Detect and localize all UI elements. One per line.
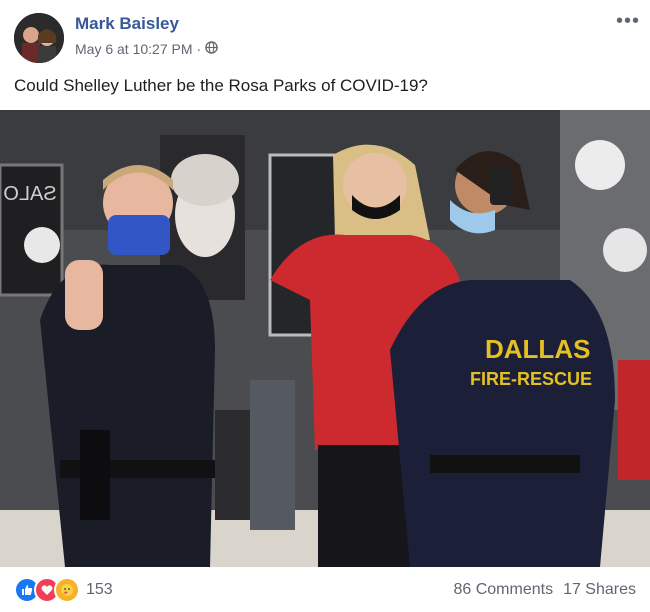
- globe-icon[interactable]: [205, 41, 218, 57]
- dallas-shirt-text: DALLAS: [485, 334, 590, 364]
- post-footer: 153 86 Comments 17 Shares: [0, 567, 650, 612]
- post-timestamp[interactable]: May 6 at 10:27 PM: [75, 41, 193, 57]
- engagement-stats: 86 Comments 17 Shares: [453, 581, 636, 599]
- post-text: Could Shelley Luther be the Rosa Parks o…: [14, 76, 428, 95]
- author-name[interactable]: Mark Baisley: [75, 14, 179, 34]
- shares-count[interactable]: 17 Shares: [563, 581, 636, 599]
- salon-sign: SALO: [3, 183, 56, 205]
- reactions-summary[interactable]: 153: [14, 576, 113, 603]
- post-photo[interactable]: SALO DALLAS FIRE-RESCUE: [0, 110, 650, 567]
- post-header: Mark Baisley May 6 at 10:27 PM · •••: [0, 0, 650, 70]
- reaction-count[interactable]: 153: [86, 581, 113, 599]
- care-reaction-icon: [54, 576, 80, 603]
- post-meta: May 6 at 10:27 PM ·: [75, 41, 218, 57]
- meta-separator: ·: [196, 41, 202, 57]
- more-options-icon[interactable]: •••: [616, 10, 640, 33]
- comments-count[interactable]: 86 Comments: [453, 581, 553, 599]
- avatar[interactable]: [14, 13, 64, 63]
- fire-rescue-shirt-text: FIRE-RESCUE: [470, 369, 592, 389]
